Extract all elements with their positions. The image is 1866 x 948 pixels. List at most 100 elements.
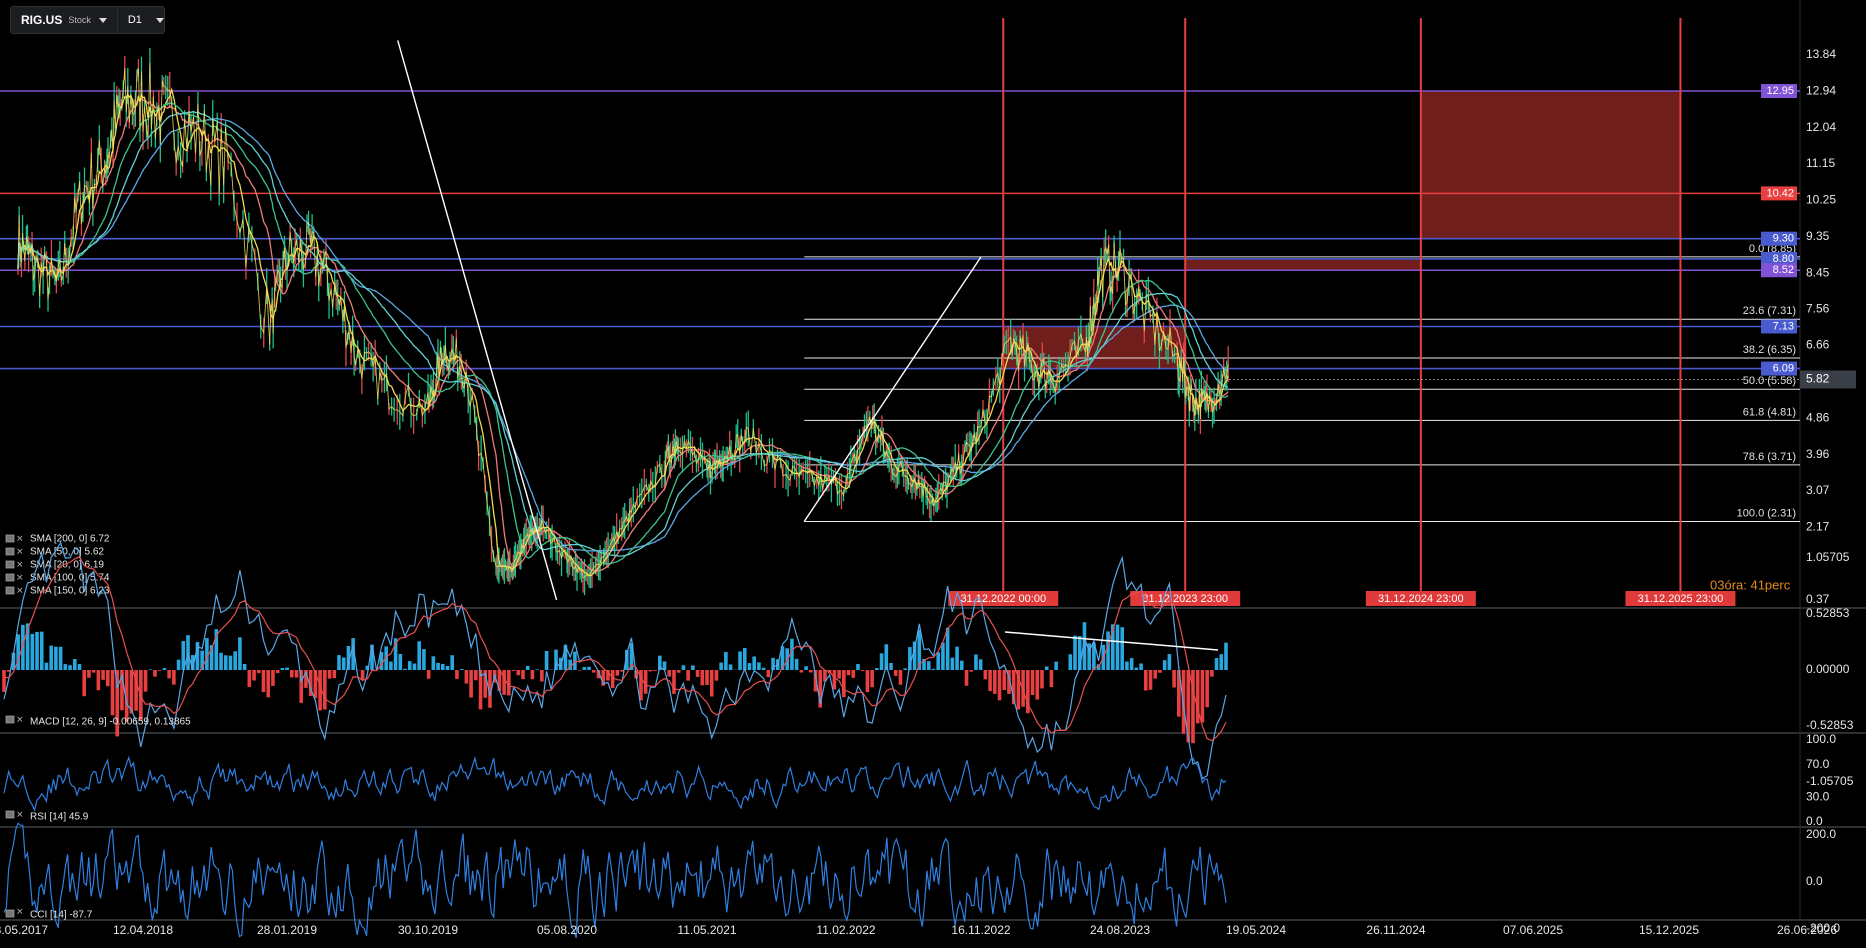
macd-hist-bar xyxy=(809,670,813,673)
macd-hist-bar xyxy=(591,670,596,673)
level-tag-label: 10.42 xyxy=(1766,187,1794,199)
macd-hist-bar xyxy=(681,665,686,670)
date-tag-label: 31.12.2022 00:00 xyxy=(960,593,1046,605)
macd-hist-bar xyxy=(1162,660,1167,670)
macd-axis-tick: 0.00000 xyxy=(1806,662,1850,676)
time-axis-tick: 16.11.2022 xyxy=(951,923,1010,937)
macd-hist-bar xyxy=(738,651,742,670)
macd-hist-bar xyxy=(290,670,294,678)
macd-hist-bar xyxy=(969,670,974,672)
macd-hist-bar xyxy=(91,670,96,673)
indicator-settings-icon xyxy=(5,715,15,724)
macd-hist-bar xyxy=(247,670,252,687)
macd-hist-bar xyxy=(724,652,728,670)
macd-hist-bar xyxy=(747,663,752,670)
current-price-label: 5.82 xyxy=(1806,372,1830,386)
macd-hist-bar xyxy=(228,655,233,670)
macd-hist-bar xyxy=(223,655,228,670)
rsi-axis-tick: 70.0 xyxy=(1806,757,1830,771)
macd-hist-bar xyxy=(535,669,539,670)
macd-hist-bar xyxy=(842,670,846,698)
price-axis-tick: 8.45 xyxy=(1806,265,1830,279)
macd-hist-bar xyxy=(422,649,426,670)
macd-hist-bar xyxy=(426,670,431,679)
macd-hist-bar xyxy=(337,655,341,670)
zone-rect xyxy=(1420,91,1681,239)
macd-hist-bar xyxy=(832,670,837,690)
macd-hist-bar xyxy=(101,670,105,680)
macd-hist-bar xyxy=(653,670,657,671)
macd-hist-bar xyxy=(105,670,110,687)
macd-hist-bar xyxy=(1030,670,1035,696)
macd-hist-bar xyxy=(129,670,134,714)
macd-hist-bar xyxy=(931,668,936,670)
macd-hist-bar xyxy=(837,670,841,679)
macd-hist-bar xyxy=(323,670,327,710)
fib-level-label: 78.6 (3.71) xyxy=(1743,451,1796,463)
macd-hist-bar xyxy=(469,670,473,698)
macd-hist-bar xyxy=(143,670,148,692)
price-axis-tick: 11.15 xyxy=(1806,156,1835,170)
fib-level-label: 61.8 (4.81) xyxy=(1743,406,1796,418)
macd-hist-bar xyxy=(44,662,49,670)
macd-hist-bar xyxy=(1139,663,1143,670)
macd-hist-bar xyxy=(30,633,35,670)
trendline xyxy=(397,40,558,601)
macd-hist-bar xyxy=(799,670,804,673)
level-tag-label: 8.80 xyxy=(1773,253,1794,265)
macd-hist-bar xyxy=(941,642,945,670)
price-axis-tick: 13.84 xyxy=(1806,47,1836,61)
macd-hist-bar xyxy=(950,657,955,670)
price-axis-tick: 7.56 xyxy=(1806,301,1830,315)
macd-hist-bar xyxy=(978,659,983,670)
macd-hist-bar xyxy=(1044,666,1049,670)
macd-hist-bar xyxy=(474,670,478,681)
level-tag-label: 6.09 xyxy=(1773,362,1794,374)
macd-hist-bar xyxy=(87,670,91,678)
macd-hist-bar xyxy=(162,668,167,670)
macd-hist-bar xyxy=(54,646,58,670)
macd-axis-tick: 1.05705 xyxy=(1806,550,1850,564)
macd-hist-bar xyxy=(341,657,346,670)
price-axis-tick: 10.25 xyxy=(1806,192,1836,206)
macd-hist-bar xyxy=(511,670,516,672)
macd-hist-bar xyxy=(153,670,157,677)
rsi-axis-tick: 30.0 xyxy=(1806,790,1830,804)
level-tag-label: 8.52 xyxy=(1773,264,1794,276)
indicator-settings-icon xyxy=(5,573,15,582)
macd-hist-bar xyxy=(96,670,101,691)
chart-canvas[interactable]: 0.0 (8.85)23.6 (7.31)38.2 (6.35)50.0 (5.… xyxy=(0,0,1866,948)
macd-hist-bar xyxy=(667,670,672,677)
macd-hist-bar xyxy=(1172,670,1176,688)
macd-hist-bar xyxy=(988,670,992,692)
macd-hist-bar xyxy=(851,670,856,678)
macd-axis-tick: 0.52853 xyxy=(1806,606,1850,620)
macd-hist-bar xyxy=(167,670,171,679)
macd-hist-bar xyxy=(148,669,153,670)
macd-hist-bar xyxy=(686,670,690,681)
macd-hist-bar xyxy=(445,665,450,670)
cci-legend-label: CCI [14] -87.7 xyxy=(30,910,93,921)
macd-hist-bar xyxy=(856,663,860,670)
time-axis-tick: 12.04.2018 xyxy=(113,923,173,937)
macd-hist-bar xyxy=(1224,642,1228,670)
macd-hist-bar xyxy=(587,666,591,670)
macd-hist-bar xyxy=(407,661,412,670)
macd-hist-bar xyxy=(403,668,407,670)
time-axis-tick: 26.11.2024 xyxy=(1366,923,1425,937)
close-icon: ✕ xyxy=(16,906,24,916)
macd-hist-bar xyxy=(752,656,756,670)
macd-hist-bar xyxy=(1035,670,1040,700)
close-icon: ✕ xyxy=(16,585,24,595)
indicator-settings-icon xyxy=(5,586,15,595)
macd-hist-bar xyxy=(77,664,82,670)
fib-level-label: 50.0 (5.58) xyxy=(1743,375,1796,387)
indicator-settings-icon xyxy=(5,810,15,819)
macd-hist-bar xyxy=(1068,654,1073,670)
macd-hist-bar xyxy=(1158,670,1162,673)
macd-hist-bar xyxy=(294,670,299,678)
level-tag-label: 12.95 xyxy=(1766,85,1794,97)
price-axis-tick: 9.35 xyxy=(1806,229,1830,243)
time-axis-tick: 07.06.2025 xyxy=(1503,923,1563,937)
price-axis-tick: 3.07 xyxy=(1806,483,1830,497)
